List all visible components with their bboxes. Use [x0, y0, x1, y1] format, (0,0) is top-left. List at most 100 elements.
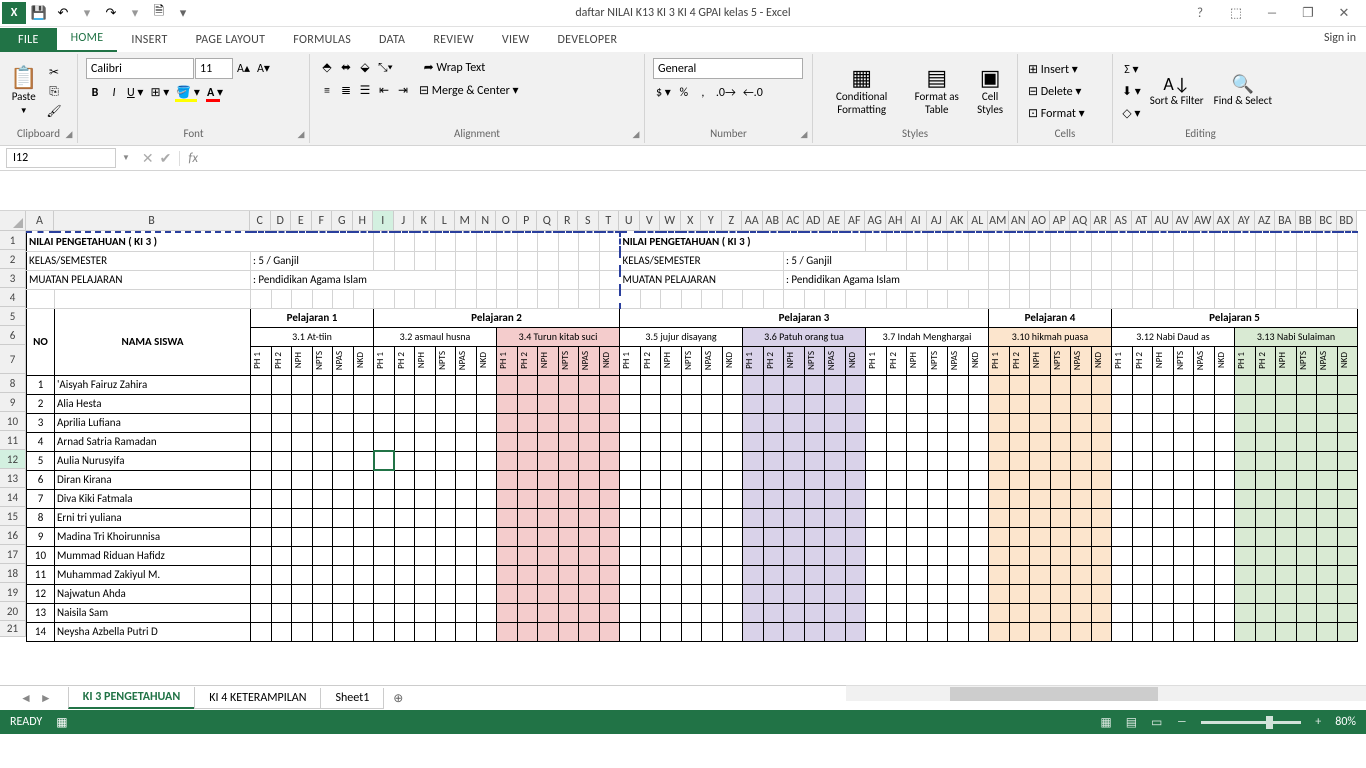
- autosum-icon[interactable]: Σ ▾: [1119, 60, 1144, 79]
- col-header-BA[interactable]: BA: [1275, 211, 1296, 231]
- clipboard-launcher[interactable]: ◢: [63, 129, 75, 141]
- fill-color-button[interactable]: 🪣 ▾: [173, 83, 203, 102]
- col-header-T[interactable]: T: [599, 211, 620, 231]
- align-middle-icon[interactable]: ⬌: [337, 58, 355, 77]
- paste-button[interactable]: 📋Paste▼: [6, 65, 41, 117]
- page-break-view-icon[interactable]: ▭: [1151, 715, 1162, 730]
- tab-review[interactable]: REVIEW: [419, 28, 488, 52]
- col-header-AG[interactable]: AG: [865, 211, 886, 231]
- underline-button[interactable]: U ▾: [124, 83, 146, 102]
- col-header-AP[interactable]: AP: [1050, 211, 1071, 231]
- col-header-N[interactable]: N: [476, 211, 497, 231]
- wrap-text-button[interactable]: ➦ Wrap Text: [418, 58, 492, 77]
- col-header-AC[interactable]: AC: [783, 211, 804, 231]
- conditional-formatting-button[interactable]: ▦Conditional Formatting: [819, 65, 904, 117]
- font-launcher[interactable]: ◢: [295, 129, 307, 141]
- row-header-8[interactable]: 8: [0, 374, 26, 393]
- fx-icon[interactable]: fx: [179, 151, 206, 166]
- insert-cells-button[interactable]: ⊞ Insert ▾: [1024, 60, 1089, 79]
- row-header-5[interactable]: 5: [0, 307, 26, 326]
- minimize-icon[interactable]: ―: [1260, 6, 1284, 21]
- col-header-G[interactable]: G: [332, 211, 353, 231]
- col-header-AT[interactable]: AT: [1132, 211, 1153, 231]
- decrease-font-icon[interactable]: A▾: [254, 59, 273, 78]
- clear-icon[interactable]: ◇ ▾: [1119, 104, 1144, 123]
- col-header-AH[interactable]: AH: [886, 211, 907, 231]
- worksheet-grid[interactable]: 123456789101112131415161718192021 ABCDEF…: [0, 211, 1366, 685]
- sheet-tab-ki3[interactable]: KI 3 PENGETAHUAN: [68, 687, 195, 709]
- col-header-H[interactable]: H: [353, 211, 374, 231]
- col-header-AS[interactable]: AS: [1111, 211, 1132, 231]
- col-header-AD[interactable]: AD: [804, 211, 825, 231]
- row-header-13[interactable]: 13: [0, 469, 26, 488]
- restore-icon[interactable]: ❐: [1296, 6, 1320, 21]
- orientation-icon[interactable]: ⤡▾: [375, 59, 396, 77]
- find-select-button[interactable]: 🔍Find & Select: [1210, 73, 1276, 109]
- col-header-AK[interactable]: AK: [947, 211, 968, 231]
- col-header-P[interactable]: P: [517, 211, 538, 231]
- col-header-C[interactable]: C: [250, 211, 271, 231]
- col-header-AJ[interactable]: AJ: [927, 211, 948, 231]
- row-header-19[interactable]: 19: [0, 583, 26, 602]
- sheet-nav-prev-icon[interactable]: ◄: [20, 691, 32, 706]
- row-header-20[interactable]: 20: [0, 602, 26, 621]
- col-header-AB[interactable]: AB: [763, 211, 784, 231]
- col-header-AL[interactable]: AL: [968, 211, 989, 231]
- row-header-7[interactable]: 7: [0, 345, 26, 374]
- col-header-AQ[interactable]: AQ: [1070, 211, 1091, 231]
- align-right-icon[interactable]: ☰: [356, 81, 374, 100]
- col-header-AE[interactable]: AE: [824, 211, 845, 231]
- col-header-I[interactable]: I: [373, 211, 394, 231]
- col-header-V[interactable]: V: [640, 211, 661, 231]
- zoom-out-icon[interactable]: ―: [1176, 715, 1187, 729]
- col-header-D[interactable]: D: [271, 211, 292, 231]
- col-header-O[interactable]: O: [496, 211, 517, 231]
- sort-filter-button[interactable]: A↓Sort & Filter: [1146, 73, 1208, 109]
- row-header-3[interactable]: 3: [0, 269, 26, 288]
- col-header-BB[interactable]: BB: [1296, 211, 1317, 231]
- align-center-icon[interactable]: ≣: [337, 81, 355, 100]
- increase-indent-icon[interactable]: ⇥: [394, 81, 412, 100]
- col-header-Z[interactable]: Z: [722, 211, 743, 231]
- row-header-1[interactable]: 1: [0, 231, 26, 250]
- percent-format-icon[interactable]: %: [675, 84, 693, 102]
- col-header-AU[interactable]: AU: [1152, 211, 1173, 231]
- tab-developer[interactable]: DEVELOPER: [543, 28, 631, 52]
- col-header-AZ[interactable]: AZ: [1255, 211, 1276, 231]
- accounting-format-icon[interactable]: $ ▾: [653, 83, 674, 102]
- close-icon[interactable]: ✕: [1332, 6, 1356, 21]
- col-header-BC[interactable]: BC: [1316, 211, 1337, 231]
- new-file-icon[interactable]: 🗎: [148, 2, 170, 24]
- col-header-Q[interactable]: Q: [537, 211, 558, 231]
- normal-view-icon[interactable]: ▦: [1100, 715, 1111, 730]
- col-header-W[interactable]: W: [660, 211, 681, 231]
- tab-formulas[interactable]: FORMULAS: [279, 28, 365, 52]
- merge-center-button[interactable]: ⊟ Merge & Center ▾: [413, 81, 525, 100]
- col-header-U[interactable]: U: [619, 211, 640, 231]
- page-layout-view-icon[interactable]: ▤: [1126, 715, 1137, 730]
- name-box[interactable]: [6, 148, 116, 168]
- col-header-R[interactable]: R: [558, 211, 579, 231]
- row-header-16[interactable]: 16: [0, 526, 26, 545]
- cancel-formula-icon[interactable]: ✕: [142, 150, 154, 167]
- redo-icon[interactable]: ↷: [100, 2, 122, 24]
- save-icon[interactable]: 💾: [28, 2, 50, 24]
- col-header-B[interactable]: B: [54, 211, 250, 231]
- col-header-AF[interactable]: AF: [845, 211, 866, 231]
- col-header-Y[interactable]: Y: [701, 211, 722, 231]
- tab-page-layout[interactable]: PAGE LAYOUT: [182, 28, 280, 52]
- format-as-table-button[interactable]: ▤Format as Table: [906, 65, 967, 117]
- horizontal-scrollbar[interactable]: [846, 685, 1366, 701]
- bold-button[interactable]: B: [86, 84, 104, 102]
- zoom-level[interactable]: 80%: [1335, 715, 1356, 729]
- zoom-slider[interactable]: [1201, 721, 1301, 724]
- sheet-nav-next-icon[interactable]: ►: [40, 691, 52, 706]
- tab-file[interactable]: FILE: [0, 28, 57, 52]
- col-header-S[interactable]: S: [578, 211, 599, 231]
- ribbon-display-icon[interactable]: ⬚: [1224, 6, 1248, 21]
- col-header-AX[interactable]: AX: [1214, 211, 1235, 231]
- col-header-BD[interactable]: BD: [1337, 211, 1358, 231]
- zoom-in-icon[interactable]: +: [1315, 715, 1321, 729]
- col-header-AV[interactable]: AV: [1173, 211, 1194, 231]
- col-header-F[interactable]: F: [312, 211, 333, 231]
